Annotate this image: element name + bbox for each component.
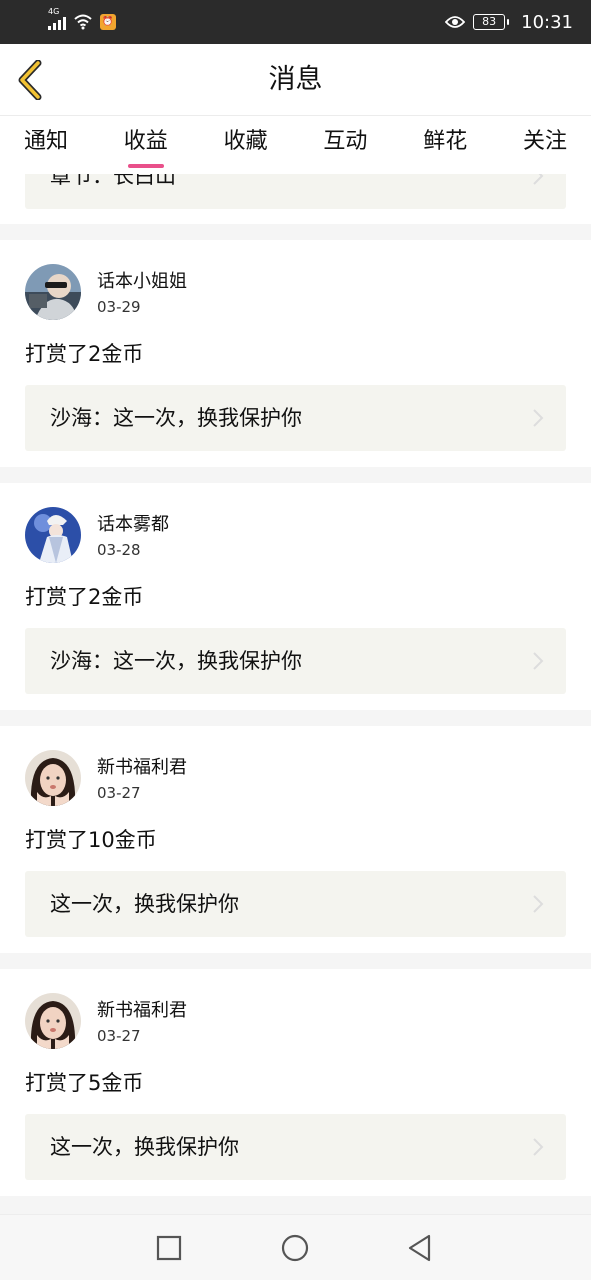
reward-text: 打赏了2金币 <box>25 342 144 366</box>
recent-apps-button[interactable] <box>153 1232 185 1264</box>
signal-icon: 4G <box>48 8 66 30</box>
status-left: 4G ⏰ <box>48 8 116 30</box>
tab-following[interactable]: 关注 <box>523 116 567 174</box>
message-date: 03-27 <box>97 1027 141 1045</box>
battery-icon: 83 <box>473 14 510 30</box>
tab-favorites[interactable]: 收藏 <box>224 116 268 174</box>
back-icon <box>408 1234 431 1262</box>
book-reference-text: 沙海：这一次，换我保护你 <box>50 406 302 430</box>
user-name: 话本小姐姐 <box>97 271 187 292</box>
tab-notifications[interactable]: 通知 <box>24 116 68 174</box>
status-bar: 4G ⏰ 83 10:31 <box>0 0 591 44</box>
message-card: 话本小姐姐 03-29 打赏了2金币 沙海：这一次，换我保护你 <box>0 240 591 467</box>
status-right: 83 10:31 <box>445 12 573 33</box>
tab-flowers[interactable]: 鲜花 <box>423 116 467 174</box>
avatar[interactable] <box>25 264 81 320</box>
user-name: 话本雾都 <box>97 514 169 535</box>
eye-icon <box>445 16 466 28</box>
book-reference-text: 章节：长白山 <box>50 174 176 188</box>
chevron-right-icon <box>533 409 544 427</box>
avatar[interactable] <box>25 993 81 1049</box>
header: 消息 <box>0 44 591 116</box>
wifi-icon <box>74 14 92 30</box>
battery-level: 83 <box>473 14 506 30</box>
avatar[interactable] <box>25 750 81 806</box>
chevron-right-icon <box>533 174 544 185</box>
network-type: 4G <box>48 7 60 16</box>
book-reference-text: 这一次，换我保护你 <box>50 1135 239 1159</box>
book-reference[interactable]: 章节：长白山 <box>25 174 566 209</box>
message-date: 03-28 <box>97 541 141 559</box>
system-nav-bar <box>0 1214 591 1280</box>
tab-earnings[interactable]: 收益 <box>124 116 168 174</box>
chevron-right-icon <box>533 652 544 670</box>
message-card: 新书福利君 03-27 打赏了5金币 这一次，换我保护你 <box>0 969 591 1196</box>
reward-text: 打赏了10金币 <box>25 828 157 852</box>
status-time: 10:31 <box>521 11 573 33</box>
message-date: 03-29 <box>97 298 141 316</box>
book-reference-text: 这一次，换我保护你 <box>50 892 239 916</box>
avatar[interactable] <box>25 507 81 563</box>
reward-text: 打赏了2金币 <box>25 585 144 609</box>
message-card: 新书福利君 03-27 打赏了10金币 这一次，换我保护你 <box>0 726 591 953</box>
home-icon <box>281 1234 309 1262</box>
book-reference-text: 沙海：这一次，换我保护你 <box>50 649 302 673</box>
book-reference[interactable]: 这一次，换我保护你 <box>25 871 566 937</box>
message-list[interactable]: 章节：长白山 话本小姐姐 03-29 打赏了2金币 沙海：这一次，换我保护你 话… <box>0 174 591 1214</box>
message-card: 话本雾都 03-28 打赏了2金币 沙海：这一次，换我保护你 <box>0 483 591 710</box>
book-reference[interactable]: 沙海：这一次，换我保护你 <box>25 628 566 694</box>
reward-text: 打赏了5金币 <box>25 1071 144 1095</box>
alarm-icon: ⏰ <box>100 14 116 30</box>
tab-interactions[interactable]: 互动 <box>323 116 367 174</box>
system-back-button[interactable] <box>404 1232 436 1264</box>
book-reference[interactable]: 这一次，换我保护你 <box>25 1114 566 1180</box>
book-reference[interactable]: 沙海：这一次，换我保护你 <box>25 385 566 451</box>
chevron-right-icon <box>533 895 544 913</box>
message-card: 章节：长白山 <box>0 174 591 224</box>
recent-apps-icon <box>156 1235 182 1261</box>
page-title: 消息 <box>268 64 323 95</box>
user-name: 新书福利君 <box>97 757 187 778</box>
home-button[interactable] <box>279 1232 311 1264</box>
chevron-right-icon <box>533 1138 544 1156</box>
user-name: 新书福利君 <box>97 1000 187 1021</box>
message-date: 03-27 <box>97 784 141 802</box>
tab-bar: 通知 收益 收藏 互动 鲜花 关注 <box>0 116 591 174</box>
